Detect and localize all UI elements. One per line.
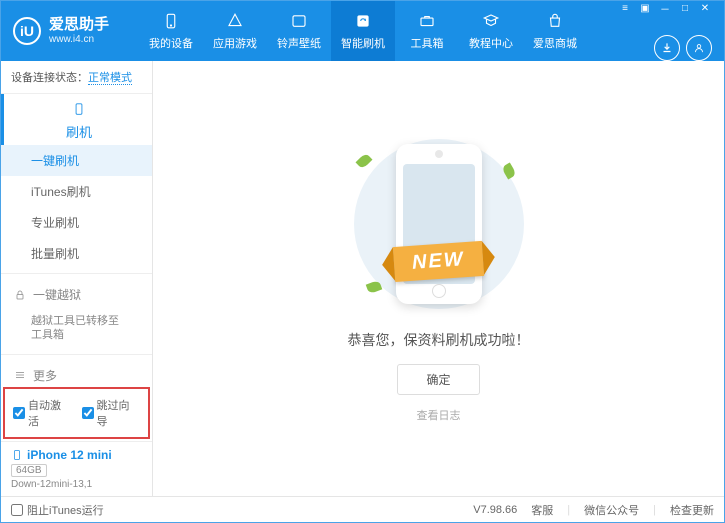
nav-label: 应用游戏 (213, 35, 257, 51)
nav-toolbox[interactable]: 工具箱 (395, 1, 459, 61)
footer-check-update[interactable]: 检查更新 (670, 502, 714, 518)
view-log-link[interactable]: 查看日志 (417, 407, 461, 423)
checkbox-auto-activate[interactable]: 自动激活 (13, 397, 72, 429)
nav-label: 智能刷机 (341, 35, 385, 51)
sidebar-item-oneclick-flash[interactable]: 一键刷机 (1, 145, 152, 176)
sidebar: 设备连接状态：正常模式 刷机 一键刷机 iTunes刷机 专业刷机 批量刷机 一… (1, 61, 153, 496)
checkbox-block-itunes[interactable]: 阻止iTunes运行 (11, 502, 104, 518)
lock-icon (13, 288, 27, 302)
sidebar-item-itunes-flash[interactable]: iTunes刷机 (1, 176, 152, 207)
minimize-icon[interactable]: － (658, 1, 672, 15)
success-illustration: NEW (339, 134, 539, 314)
tutorial-icon (481, 11, 501, 31)
ok-button[interactable]: 确定 (397, 364, 479, 395)
close-icon[interactable]: ✕ (698, 1, 712, 15)
nav-label: 教程中心 (469, 35, 513, 51)
sidebar-jailbreak-note: 越狱工具已转移至 工具箱 (1, 307, 152, 350)
window-controls: ≡ ▣ － □ ✕ (618, 1, 712, 15)
device-model: Down-12mini-13,1 (11, 479, 142, 490)
sidebar-section-flash[interactable]: 刷机 (1, 94, 152, 145)
navbar: 我的设备 应用游戏 铃声壁纸 智能刷机 工具箱 教程中心 (139, 1, 587, 61)
flash-icon (353, 11, 373, 31)
nav-label: 爱思商城 (533, 35, 577, 51)
footer-wechat[interactable]: 微信公众号 (584, 502, 639, 518)
status-mode[interactable]: 正常模式 (88, 72, 132, 85)
maximize-icon[interactable]: □ (678, 1, 692, 15)
device-storage: 64GB (11, 464, 47, 477)
app-url: www.i4.cn (49, 34, 109, 45)
device-name-text: iPhone 12 mini (27, 448, 112, 462)
app-title: 爱思助手 (49, 17, 109, 34)
device-info[interactable]: iPhone 12 mini 64GB Down-12mini-13,1 (1, 441, 152, 496)
device-status: 设备连接状态：正常模式 (1, 61, 152, 94)
skin-icon[interactable]: ▣ (638, 1, 652, 15)
user-button[interactable] (686, 35, 712, 61)
nav-label: 工具箱 (411, 35, 444, 51)
nav-tutorials[interactable]: 教程中心 (459, 1, 523, 61)
footer: 阻止iTunes运行 V7.98.66 客服 | 微信公众号 | 检查更新 (1, 496, 724, 522)
sidebar-section-more[interactable]: 更多 (1, 359, 152, 385)
sidebar-item-pro-flash[interactable]: 专业刷机 (1, 207, 152, 238)
checkbox-group-highlighted: 自动激活 跳过向导 (3, 387, 150, 439)
menu-icon[interactable]: ≡ (618, 1, 632, 15)
nav-my-device[interactable]: 我的设备 (139, 1, 203, 61)
nav-label: 铃声壁纸 (277, 35, 321, 51)
device-phone-icon (11, 449, 23, 461)
wallpaper-icon (289, 11, 309, 31)
nav-label: 我的设备 (149, 35, 193, 51)
checkbox-skip-guide[interactable]: 跳过向导 (82, 397, 141, 429)
nav-store[interactable]: 爱思商城 (523, 1, 587, 61)
titlebar: iU 爱思助手 www.i4.cn 我的设备 应用游戏 铃声壁纸 智能刷机 (1, 1, 724, 61)
new-ribbon: NEW (393, 241, 484, 282)
toolbox-icon (417, 11, 437, 31)
nav-apps-games[interactable]: 应用游戏 (203, 1, 267, 61)
footer-service[interactable]: 客服 (531, 502, 553, 518)
version-label: V7.98.66 (473, 504, 517, 516)
nav-smart-flash[interactable]: 智能刷机 (331, 1, 395, 61)
more-icon (13, 368, 27, 382)
apps-icon (225, 11, 245, 31)
logo[interactable]: iU 爱思助手 www.i4.cn (13, 17, 109, 45)
nav-ringtone-wallpaper[interactable]: 铃声壁纸 (267, 1, 331, 61)
download-button[interactable] (654, 35, 680, 61)
success-message: 恭喜您，保资料刷机成功啦！ (348, 330, 530, 350)
logo-icon: iU (13, 17, 41, 45)
sidebar-section-jailbreak[interactable]: 一键越狱 (1, 278, 152, 307)
sidebar-item-batch-flash[interactable]: 批量刷机 (1, 238, 152, 269)
store-icon (545, 11, 565, 31)
main-content: NEW 恭喜您，保资料刷机成功啦！ 确定 查看日志 (153, 61, 724, 496)
phone-icon (161, 11, 181, 31)
app-window: iU 爱思助手 www.i4.cn 我的设备 应用游戏 铃声壁纸 智能刷机 (0, 0, 725, 523)
phone-icon (72, 102, 86, 116)
